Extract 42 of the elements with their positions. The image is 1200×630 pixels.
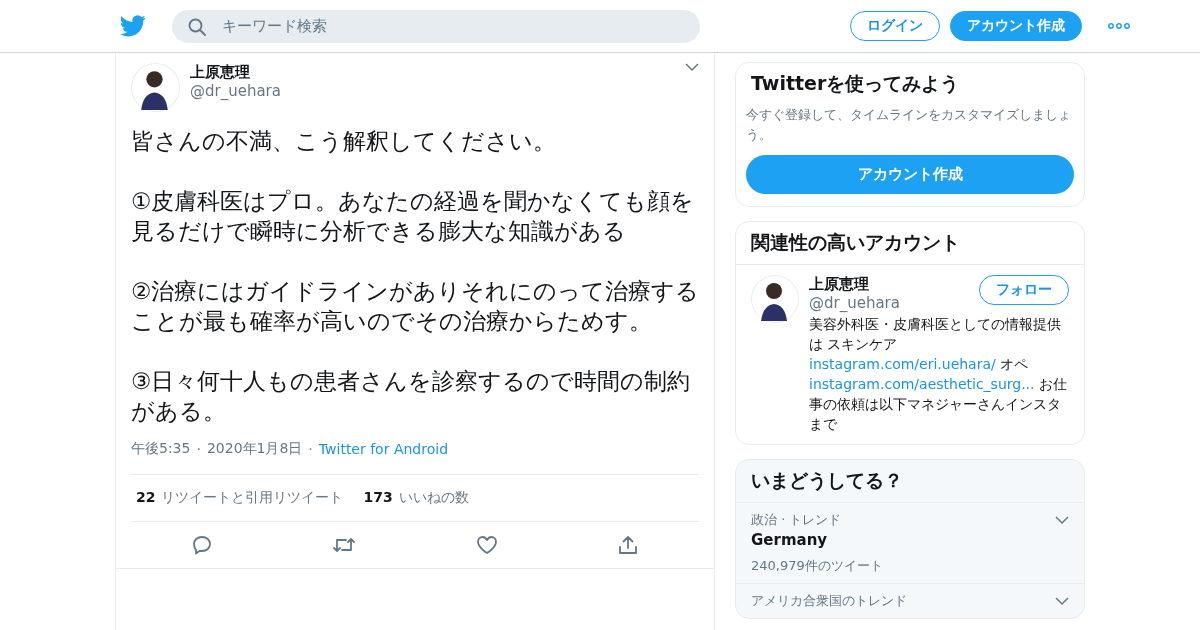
chevron-down-icon[interactable] [1055, 596, 1069, 606]
signup-button[interactable]: アカウント作成 [746, 155, 1074, 194]
tweet-text: ③日々何十人もの患者さんを診察するので時間の制約がある。 [131, 367, 692, 426]
source-link[interactable]: Twitter for Android [318, 441, 448, 457]
tweet-text: 皆さんの不満、こう解釈してください。 [131, 127, 557, 156]
author-name[interactable]: 上原恵理 [190, 63, 675, 82]
tweet-stat[interactable]: 22 リツイートと引用リツイート [136, 489, 344, 507]
tweet-time: 午後5:35 [131, 440, 191, 458]
account-name[interactable]: 上原恵理 [809, 275, 969, 294]
tweet-stat[interactable]: 173 いいねの数 [363, 489, 469, 507]
more-icon[interactable] [1108, 23, 1130, 29]
account-bio: 美容外科医・皮膚科医としての情報提供は スキンケア instagram.com/eri.uehara/ オペ instagram.com/aesthetic_surg... お仕事の依頼は以下マネジャーさんインスタまで [809, 315, 1068, 434]
bird-logo[interactable] [120, 15, 146, 37]
card-title: 関連性の高いアカウント [736, 222, 1084, 265]
avatar[interactable] [751, 275, 799, 323]
separator-dot: · [196, 441, 201, 457]
chevron-down-icon[interactable] [1055, 515, 1069, 525]
share-icon[interactable] [617, 534, 640, 556]
bio-link[interactable]: instagram.com/eri.uehara/ [809, 356, 996, 372]
bio-link[interactable]: instagram.com/aesthetic_surg... [809, 376, 1035, 392]
tweet-text: ①皮膚科医はプロ。あなたの経過を聞かなくても顔を見るだけで瞬時に分析できる膨大な知識がある [131, 187, 696, 246]
signup-button[interactable]: アカウント作成 [950, 11, 1082, 41]
reply-icon[interactable] [190, 534, 213, 556]
trend-category: アメリカ合衆国のトレンド [751, 592, 907, 610]
card-title: いまどうしてる？ [750, 468, 904, 493]
tweet-text: ②治療にはガイドラインがありそれにのって治療することが最も確率が高いのでその治療からためす。 [131, 277, 701, 336]
chevron-down-icon[interactable] [685, 63, 699, 72]
trend-category: 政治 · トレンド [751, 511, 842, 529]
tweet-date: 2020年1月8日 [206, 440, 303, 458]
follow-button[interactable]: フォロー [979, 275, 1069, 305]
login-button[interactable]: ログイン [850, 11, 940, 41]
author-handle[interactable]: @dr_uehara [190, 82, 675, 100]
search-field[interactable]: キーワード検索 [172, 9, 700, 43]
signup-text: 今すぐ登録して、タイムラインをカスタマイズしましょう。 [745, 106, 1072, 144]
card-title: Twitterを使ってみよう [750, 71, 961, 96]
search-icon [188, 17, 206, 36]
separator-dot: · [308, 441, 313, 457]
like-icon[interactable] [475, 534, 498, 556]
trend-topic[interactable]: Germany [751, 531, 1069, 549]
account-handle[interactable]: @dr_uehara [809, 294, 969, 312]
trend-count: 240,979件のツイート [751, 557, 884, 575]
avatar[interactable] [131, 63, 180, 112]
